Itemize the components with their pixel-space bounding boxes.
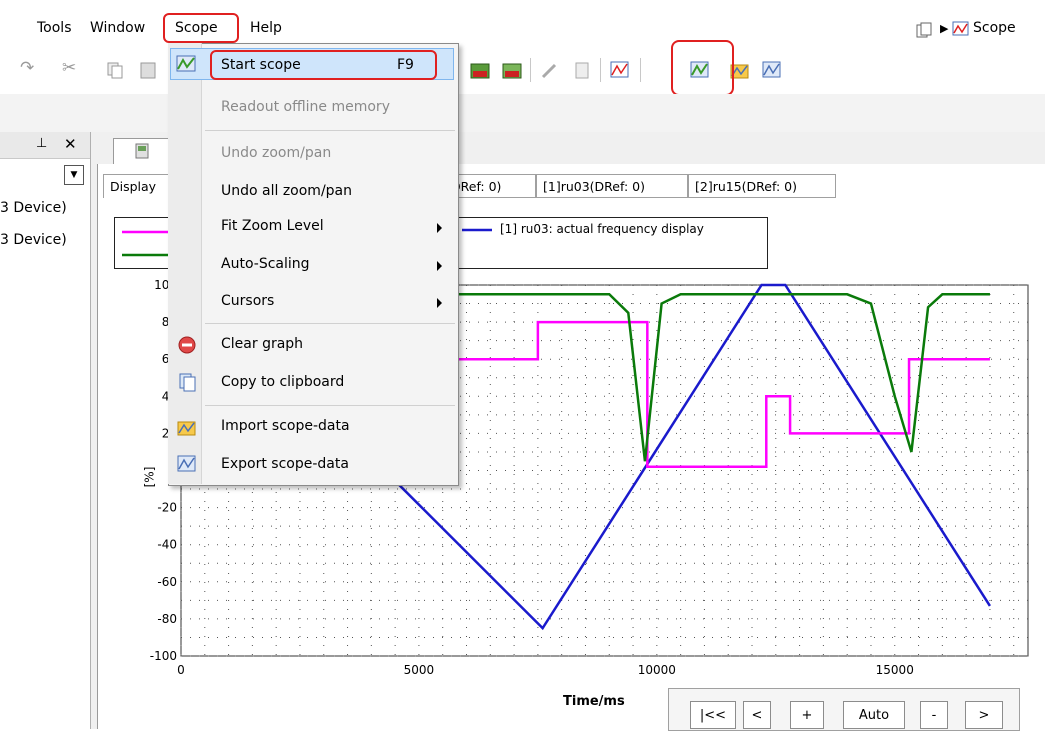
menu-undo-all-zoom[interactable]: Undo all zoom/pan xyxy=(221,183,352,199)
submenu-arrow-icon xyxy=(437,261,442,271)
menu-separator xyxy=(205,323,455,324)
export-scope-icon xyxy=(177,455,196,472)
nav-next-button[interactable]: > xyxy=(965,701,1003,729)
nav-first-button[interactable]: |<< xyxy=(690,701,736,729)
submenu-arrow-icon xyxy=(437,298,442,308)
menu-readout-offline[interactable]: Readout offline memory xyxy=(221,99,390,115)
x-axis-label: Time/ms xyxy=(563,694,625,709)
menu-separator xyxy=(205,405,455,406)
start-scope-icon xyxy=(176,55,196,72)
zoom-out-button[interactable]: - xyxy=(920,701,948,729)
menu-undo-zoom[interactable]: Undo zoom/pan xyxy=(221,145,331,161)
x-tick-label: 5000 xyxy=(404,663,435,677)
import-scope-icon xyxy=(177,421,196,436)
nav-prev-button[interactable]: < xyxy=(743,701,771,729)
x-tick-label: 15000 xyxy=(876,663,914,677)
menu-cursors[interactable]: Cursors xyxy=(221,293,274,309)
menu-export-scope-data[interactable]: Export scope-data xyxy=(221,456,349,472)
clear-graph-icon xyxy=(178,336,196,354)
y-tick-label: -80 xyxy=(157,612,177,626)
zoom-in-button[interactable]: + xyxy=(790,701,824,729)
y-tick-label: -60 xyxy=(157,575,177,589)
y-tick-label: -40 xyxy=(157,538,177,552)
x-tick-label: 0 xyxy=(177,663,185,677)
clipboard-icon xyxy=(179,373,196,392)
menu-auto-scaling[interactable]: Auto-Scaling xyxy=(221,256,310,272)
menu-copy-clipboard[interactable]: Copy to clipboard xyxy=(221,374,344,390)
start-scope-highlight xyxy=(210,50,437,80)
auto-button[interactable]: Auto xyxy=(843,701,905,729)
scope-chart[interactable]: 100806040200-20-40-60-80-100050001000015… xyxy=(0,0,1045,729)
menu-separator xyxy=(205,130,455,131)
menu-clear-graph[interactable]: Clear graph xyxy=(221,336,303,352)
menu-fit-zoom[interactable]: Fit Zoom Level xyxy=(221,218,324,234)
x-tick-label: 10000 xyxy=(638,663,676,677)
menu-import-scope-data[interactable]: Import scope-data xyxy=(221,418,350,434)
submenu-arrow-icon xyxy=(437,223,442,233)
y-axis-label: [%] xyxy=(142,466,157,488)
y-tick-label: -20 xyxy=(157,501,177,515)
y-tick-label: -100 xyxy=(150,649,177,663)
